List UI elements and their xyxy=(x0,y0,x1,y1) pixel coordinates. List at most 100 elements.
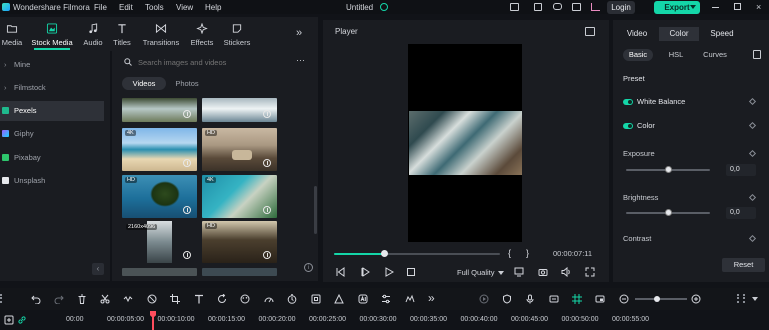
download-icon[interactable] xyxy=(183,251,191,259)
layout-chevron-icon[interactable] xyxy=(752,297,758,301)
notification-icon[interactable] xyxy=(572,3,581,11)
rotate-icon[interactable] xyxy=(217,294,227,304)
download-icon[interactable] xyxy=(263,251,271,259)
play-reverse-icon[interactable] xyxy=(360,267,370,277)
menu-tools[interactable]: Tools xyxy=(145,3,164,12)
exposure-value-field[interactable]: 0,0 xyxy=(726,164,756,176)
timer-icon[interactable] xyxy=(287,294,297,304)
link-icon[interactable] xyxy=(17,315,27,325)
more-options-icon[interactable]: ··· xyxy=(296,55,305,65)
fullscreen-icon[interactable] xyxy=(585,267,595,277)
exposure-slider-knob[interactable] xyxy=(665,166,672,173)
video-thumbnail-coast[interactable]: 4K xyxy=(202,175,277,218)
export-chevron-icon[interactable] xyxy=(690,5,696,9)
speed-icon[interactable] xyxy=(264,294,274,304)
subtab-hsl[interactable]: HSL xyxy=(661,49,691,61)
video-thumbnail-wave[interactable] xyxy=(202,98,277,122)
crop-icon[interactable] xyxy=(170,294,180,304)
segment-photos[interactable]: Photos xyxy=(166,77,208,90)
maximize-icon[interactable] xyxy=(734,3,741,10)
reset-button[interactable]: Reset xyxy=(722,258,765,272)
text-tool-icon[interactable] xyxy=(194,294,204,304)
tab-stock-media[interactable]: Stock Media xyxy=(28,17,76,51)
playback-progress-track[interactable] xyxy=(334,250,500,257)
undo-icon[interactable] xyxy=(31,294,41,304)
adjust-icon[interactable] xyxy=(381,294,391,304)
menu-help[interactable]: Help xyxy=(205,3,221,12)
playhead-knob[interactable] xyxy=(380,250,388,257)
save-icon[interactable] xyxy=(534,3,542,11)
fit-frame-icon[interactable] xyxy=(311,294,321,304)
download-icon[interactable] xyxy=(183,159,191,167)
more-tabs-chevron-icon[interactable]: » xyxy=(296,27,302,39)
video-thumbnail-partial[interactable] xyxy=(202,268,277,276)
menu-edit[interactable]: Edit xyxy=(119,3,133,12)
color-palette-icon[interactable] xyxy=(240,294,250,304)
tab-effects[interactable]: Effects xyxy=(188,17,216,51)
white-balance-toggle[interactable] xyxy=(623,99,633,105)
picture-in-picture-icon[interactable] xyxy=(595,294,605,304)
tab-media[interactable]: Media xyxy=(0,17,24,51)
play-icon[interactable] xyxy=(384,267,394,277)
tab-stickers[interactable]: Stickers xyxy=(222,17,252,51)
cloud-icon[interactable] xyxy=(553,3,562,10)
menu-file[interactable]: File xyxy=(94,3,107,12)
video-thumbnail-palm[interactable]: HD xyxy=(122,175,197,218)
zoom-out-icon[interactable] xyxy=(619,294,629,304)
audio-adjust-icon[interactable] xyxy=(405,294,415,304)
voiceover-icon[interactable] xyxy=(549,294,559,304)
tab-titles[interactable]: Titles xyxy=(110,17,134,51)
stop-icon[interactable] xyxy=(406,267,416,277)
ai-tool-icon[interactable] xyxy=(358,294,368,304)
subtab-curves[interactable]: Curves xyxy=(700,49,730,61)
more-tools-chevron-icon[interactable]: » xyxy=(428,291,435,305)
shield-icon[interactable] xyxy=(502,294,512,304)
video-thumbnail-portrait[interactable]: 2160x4096 xyxy=(122,221,197,263)
mark-in-icon[interactable]: { xyxy=(508,248,511,258)
download-icon[interactable] xyxy=(263,159,271,167)
snap-grid-icon[interactable] xyxy=(572,294,582,304)
download-icon[interactable] xyxy=(263,206,271,214)
segment-videos[interactable]: Videos xyxy=(122,77,166,90)
layout-icon[interactable] xyxy=(510,3,519,11)
volume-icon[interactable] xyxy=(561,267,571,277)
delete-icon[interactable] xyxy=(77,294,87,304)
tab-video[interactable]: Video xyxy=(617,27,657,41)
info-icon[interactable]: i xyxy=(304,263,313,272)
video-thumbnail-partial[interactable] xyxy=(122,268,197,276)
cart-icon[interactable] xyxy=(591,3,600,11)
search-bar[interactable]: ··· xyxy=(118,55,314,69)
motion-track-icon[interactable] xyxy=(334,294,344,304)
download-icon[interactable] xyxy=(183,110,191,118)
split-icon[interactable] xyxy=(100,294,110,304)
minimize-icon[interactable] xyxy=(712,7,719,8)
library-item-unsplash[interactable]: Unsplash xyxy=(0,171,104,191)
tab-audio[interactable]: Audio xyxy=(80,17,106,51)
search-input[interactable] xyxy=(138,56,288,68)
zoom-in-icon[interactable] xyxy=(691,294,701,304)
subtab-basic[interactable]: Basic xyxy=(623,49,653,61)
download-icon[interactable] xyxy=(183,206,191,214)
library-item-mine[interactable]: › Mine xyxy=(0,55,104,75)
brightness-slider-knob[interactable] xyxy=(665,209,672,216)
library-item-pixabay[interactable]: Pixabay xyxy=(0,148,104,168)
library-item-filmstock[interactable]: › Filmstock xyxy=(0,78,104,98)
zoom-slider-knob[interactable] xyxy=(654,296,660,302)
snapshot-frame-icon[interactable] xyxy=(585,27,595,36)
camera-snapshot-icon[interactable] xyxy=(538,267,548,277)
download-icon[interactable] xyxy=(263,110,271,118)
video-thumbnail-driftwood[interactable]: HD xyxy=(202,221,277,263)
menu-view[interactable]: View xyxy=(176,3,193,12)
tab-color[interactable]: Color xyxy=(659,27,699,41)
quality-chevron-icon[interactable] xyxy=(498,271,504,275)
video-thumbnail-waterfall[interactable] xyxy=(122,98,197,122)
brightness-value-field[interactable]: 0,0 xyxy=(726,207,756,219)
login-button[interactable]: Login xyxy=(607,1,635,14)
disable-clip-icon[interactable] xyxy=(147,294,157,304)
grid-handle-icon[interactable] xyxy=(0,294,8,303)
collapse-sidebar-chevron-icon[interactable]: ‹ xyxy=(92,263,104,275)
microphone-icon[interactable] xyxy=(525,294,535,304)
quality-dropdown[interactable]: Full Quality xyxy=(457,268,495,277)
library-item-giphy[interactable]: Giphy xyxy=(0,124,104,144)
zoom-slider[interactable] xyxy=(635,298,687,300)
